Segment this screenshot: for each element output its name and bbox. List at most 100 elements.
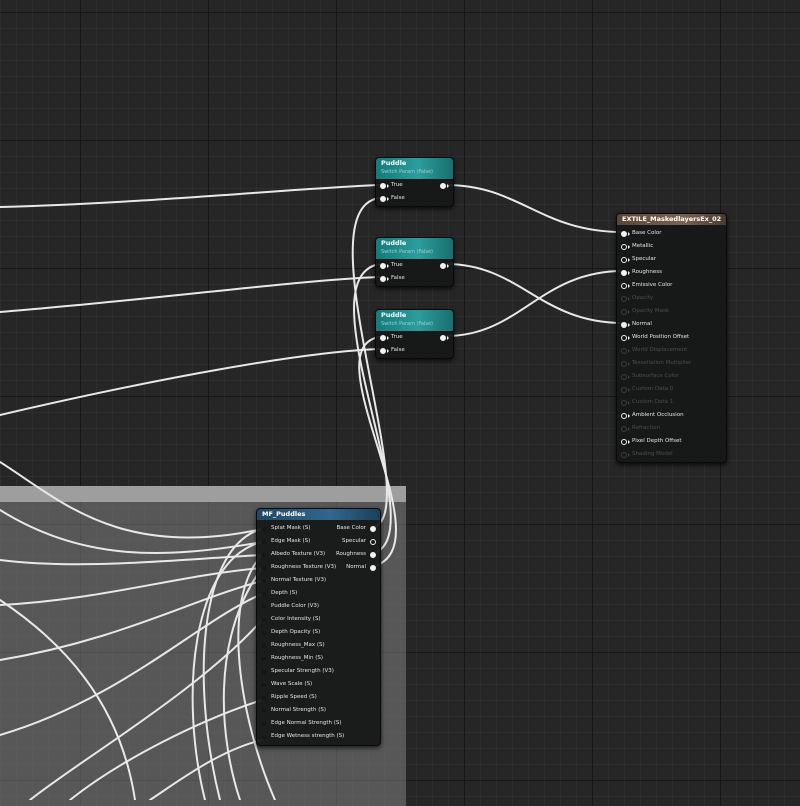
function-input-row[interactable]: Color Intensity (S) (257, 613, 380, 626)
arrow-icon (628, 284, 630, 288)
function-input-pin[interactable] (261, 616, 267, 623)
material-input-pin[interactable] (621, 334, 627, 341)
material-input-row[interactable]: Pixel Depth Offset (617, 435, 726, 448)
function-input-pin[interactable] (261, 707, 267, 714)
material-input-pin[interactable] (621, 269, 627, 276)
function-input-pin[interactable] (261, 655, 267, 662)
input-pin-true[interactable] (380, 182, 386, 189)
function-output-pin[interactable] (370, 525, 376, 532)
function-input-pin[interactable] (261, 694, 267, 701)
puddle-switch-node-2[interactable]: Puddle Switch Param (False) True False (375, 237, 454, 287)
function-input-row[interactable]: Splat Mask (S) Base Color (257, 522, 380, 535)
material-input-pin[interactable] (621, 321, 627, 328)
material-input-row[interactable]: Specular (617, 253, 726, 266)
material-input-pin[interactable] (621, 438, 627, 445)
function-input-row[interactable]: Normal Texture (V3) (257, 574, 380, 587)
arrow-icon (387, 336, 389, 340)
output-pin[interactable] (440, 262, 446, 269)
node-header[interactable]: Puddle Switch Param (False) (376, 310, 453, 331)
node-header[interactable]: Puddle Switch Param (False) (376, 158, 453, 179)
material-input-pin[interactable] (621, 243, 627, 250)
function-input-pin[interactable] (261, 590, 267, 597)
pin-row-true[interactable]: True (376, 179, 453, 192)
function-input-row[interactable]: Depth (S) (257, 587, 380, 600)
function-input-row[interactable]: Roughness_Min (S) (257, 652, 380, 665)
material-input-row[interactable]: Normal (617, 318, 726, 331)
output-pin[interactable] (440, 334, 446, 341)
function-input-row[interactable]: Normal Strength (S) (257, 704, 380, 717)
material-input-label: Custom Data 0 (632, 386, 674, 392)
material-input-row[interactable]: Roughness (617, 266, 726, 279)
puddle-switch-node-1[interactable]: Puddle Switch Param (False) True False (375, 157, 454, 207)
function-input-row[interactable]: Ripple Speed (S) (257, 691, 380, 704)
pin-label: True (391, 262, 403, 268)
material-input-row[interactable]: Ambient Occlusion (617, 409, 726, 422)
material-input-pin (621, 308, 627, 315)
input-pin-false[interactable] (380, 347, 386, 354)
puddle-switch-node-3[interactable]: Puddle Switch Param (False) True False (375, 309, 454, 359)
function-input-pin[interactable] (261, 681, 267, 688)
function-input-pin[interactable] (261, 538, 267, 545)
function-input-pin[interactable] (261, 733, 267, 740)
material-input-row[interactable]: Metallic (617, 240, 726, 253)
function-output-pin[interactable] (370, 538, 376, 545)
input-pin-true[interactable] (380, 262, 386, 269)
function-input-pin[interactable] (261, 525, 267, 532)
function-input-pin[interactable] (261, 577, 267, 584)
node-header[interactable]: Puddle Switch Param (False) (376, 238, 453, 259)
material-input-pin[interactable] (621, 282, 627, 289)
input-pin-false[interactable] (380, 195, 386, 202)
pin-row-true[interactable]: True (376, 259, 453, 272)
function-input-row[interactable]: Roughness Texture (V3) Normal (257, 561, 380, 574)
material-input-pin[interactable] (621, 412, 627, 419)
function-input-pin[interactable] (261, 603, 267, 610)
arrow-icon (447, 336, 449, 340)
material-input-row[interactable]: Base Color (617, 227, 726, 240)
function-input-pin[interactable] (261, 668, 267, 675)
function-output-label: Specular (341, 538, 366, 544)
arrow-icon (628, 414, 630, 418)
material-input-row: Custom Data 0 (617, 383, 726, 396)
function-input-row[interactable]: Edge Normal Strength (S) (257, 717, 380, 730)
material-input-label: Specular (632, 256, 657, 262)
material-input-row[interactable]: Emissive Color (617, 279, 726, 292)
material-output-node[interactable]: EXTILE_MaskedlayersEx_02 Base Color Metal… (616, 213, 727, 463)
function-output-pin[interactable] (370, 551, 376, 558)
function-input-row[interactable]: Depth Opacity (S) (257, 626, 380, 639)
material-input-pin[interactable] (621, 230, 627, 237)
function-input-pin[interactable] (261, 564, 267, 571)
function-output-label: Normal (346, 564, 366, 570)
output-pin[interactable] (440, 182, 446, 189)
arrow-icon (387, 184, 389, 188)
pin-row-false[interactable]: False (376, 344, 453, 357)
function-output-pin[interactable] (370, 564, 376, 571)
node-header[interactable]: MF_Puddles (257, 509, 380, 520)
input-pin-true[interactable] (380, 334, 386, 341)
function-input-row[interactable]: Albedo Texture (V3) Roughness (257, 548, 380, 561)
node-header[interactable]: EXTILE_MaskedlayersEx_02 (617, 214, 726, 225)
pin-row-false[interactable]: False (376, 192, 453, 205)
material-input-label: Shading Model (632, 451, 673, 457)
function-input-label: Ripple Speed (S) (271, 694, 317, 700)
function-input-row[interactable]: Edge Mask (S) Specular (257, 535, 380, 548)
material-input-pin (621, 451, 627, 458)
material-input-row: Opacity Mask (617, 305, 726, 318)
function-input-pin[interactable] (261, 642, 267, 649)
material-input-row[interactable]: World Position Offset (617, 331, 726, 344)
function-input-row[interactable]: Specular Strength (V3) (257, 665, 380, 678)
pin-row-false[interactable]: False (376, 272, 453, 285)
function-input-pin[interactable] (261, 629, 267, 636)
pin-row-true[interactable]: True (376, 331, 453, 344)
mf-puddles-node[interactable]: MF_Puddles Splat Mask (S) Base Color Edge … (256, 508, 381, 746)
function-input-row[interactable]: Roughness_Max (S) (257, 639, 380, 652)
material-input-pin[interactable] (621, 256, 627, 263)
function-input-row[interactable]: Wave Scale (S) (257, 678, 380, 691)
function-input-row[interactable]: Puddle Color (V3) (257, 600, 380, 613)
function-input-pin[interactable] (261, 720, 267, 727)
pin-label: False (391, 275, 405, 281)
comment-box-header[interactable] (0, 486, 406, 502)
input-pin-false[interactable] (380, 275, 386, 282)
function-input-row[interactable]: Edge Wetness strength (S) (257, 730, 380, 743)
function-input-pin[interactable] (261, 551, 267, 558)
function-input-label: Puddle Color (V3) (271, 603, 320, 609)
